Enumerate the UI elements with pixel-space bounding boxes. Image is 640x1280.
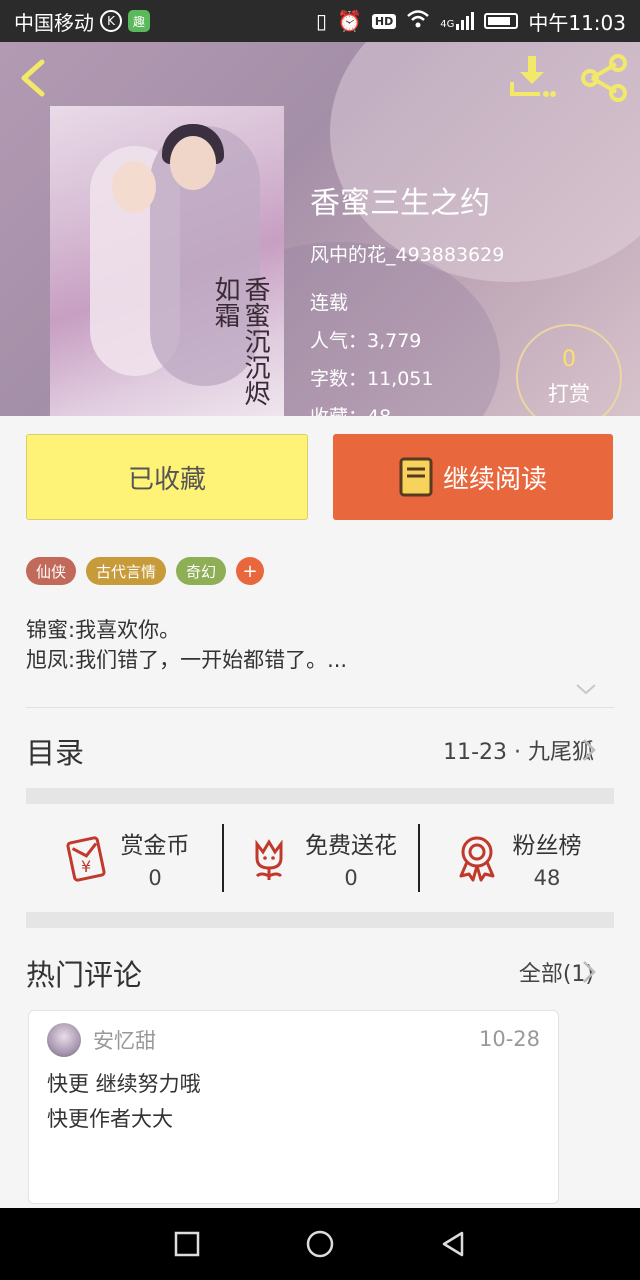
collected-button[interactable]: 已收藏 <box>26 434 308 520</box>
popularity-stat: 人气：3,779 <box>310 330 422 352</box>
flower-icon <box>255 839 283 880</box>
tip-count: 0 <box>562 346 576 372</box>
network-type: 4G <box>440 19 455 30</box>
latest-chapter: 11-23 · 九尾狐 <box>443 740 594 765</box>
catalog-title: 目录 <box>26 736 85 770</box>
comment-date: 10-28 <box>478 1027 540 1051</box>
signal-icon: 4G <box>440 12 475 30</box>
red-envelope-icon: ¥ <box>65 836 106 882</box>
comment-line: 快更 继续努力哦 <box>47 1072 201 1096</box>
comment-body: 快更 继续努力哦 快更作者大大 <box>47 1067 201 1137</box>
divider <box>26 707 614 708</box>
favorites-stat: 收藏：48 <box>310 402 391 416</box>
download-button[interactable] <box>506 54 558 102</box>
vibrate-icon: ▯ <box>315 9 327 33</box>
tip-label: 打赏 <box>548 381 590 406</box>
tag-ancient-romance[interactable]: 古代言情 <box>86 557 167 585</box>
flowers-value: 0 <box>344 866 358 890</box>
word-count-stat: 字数：11,051 <box>310 368 434 390</box>
download-icon <box>510 56 556 97</box>
hd-badge: HD <box>371 13 397 29</box>
tag-fantasy[interactable]: 奇幻 <box>176 557 227 585</box>
book-cover[interactable]: 香蜜沉沉烬如霜 <box>50 106 284 416</box>
tip-button[interactable]: 0 打赏 <box>516 324 622 416</box>
book-header: 香蜜沉沉烬如霜 香蜜三生之约 风中的花_493883629 连载 人气：3,77… <box>0 42 640 416</box>
share-icon <box>581 54 627 102</box>
app-notification-icon: 趣 <box>128 10 150 32</box>
book-title: 香蜜三生之约 <box>310 186 490 221</box>
comment-username[interactable]: 安忆甜 <box>93 1025 156 1055</box>
continue-reading-button[interactable]: 继续阅读 <box>333 434 613 520</box>
comment-line: 快更作者大大 <box>47 1107 173 1131</box>
share-button[interactable] <box>578 54 630 102</box>
section-separator <box>26 788 614 804</box>
battery-icon <box>484 13 519 29</box>
clock: 中午11:03 <box>528 10 626 35</box>
intro-line: 旭凤:我们错了，一开始都错了。... <box>26 648 348 672</box>
svg-text:¥: ¥ <box>81 857 91 876</box>
send-flowers[interactable]: 免费送花 0 <box>222 818 418 898</box>
back-triangle-icon[interactable] <box>438 1229 468 1259</box>
carrier-badge-icon: K <box>100 10 122 32</box>
book-icon <box>399 457 433 497</box>
coins-value: 0 <box>148 866 162 890</box>
book-intro[interactable]: 锦蜜:我喜欢你。 旭凤:我们错了，一开始都错了。... <box>26 615 616 675</box>
alarm-icon: ⏰ <box>336 9 362 33</box>
add-tag-button[interactable]: + <box>236 557 265 585</box>
continue-reading-label: 继续阅读 <box>442 464 547 495</box>
reward-stats: ¥ 赏金币 0 免费送花 0 粉丝榜 48 <box>26 818 614 898</box>
flowers-label: 免费送花 <box>305 833 397 859</box>
medal-icon <box>459 836 494 882</box>
avatar[interactable] <box>47 1023 81 1057</box>
book-author[interactable]: 风中的花_493883629 <box>310 240 504 267</box>
tag-xianxia[interactable]: 仙侠 <box>26 557 77 585</box>
back-button[interactable] <box>14 56 54 100</box>
book-status: 连载 <box>310 292 349 314</box>
coins-label: 赏金币 <box>120 833 190 859</box>
genre-tags: 仙侠 古代言情 奇幻 + <box>26 557 265 585</box>
reward-coins[interactable]: ¥ 赏金币 0 <box>26 818 222 898</box>
fans-label: 粉丝榜 <box>512 833 582 859</box>
chevron-left-icon <box>21 59 45 97</box>
fans-value: 48 <box>533 866 561 890</box>
wifi-icon <box>406 9 430 34</box>
section-separator <box>26 912 614 928</box>
intro-line: 锦蜜:我喜欢你。 <box>26 618 181 642</box>
system-nav-bar <box>0 1208 640 1280</box>
carrier-name: 中国移动 <box>14 10 94 35</box>
home-circle-icon[interactable] <box>305 1229 335 1259</box>
comment-card[interactable]: 安忆甜 10-28 快更 继续努力哦 快更作者大大 <box>28 1010 559 1204</box>
fans-ranking[interactable]: 粉丝榜 48 <box>418 818 614 898</box>
status-bar: 中国移动 K 趣 ▯ ⏰ HD 4G 中午11:03 <box>0 0 640 42</box>
recents-square-icon[interactable] <box>172 1229 202 1259</box>
hot-comments-title: 热门评论 <box>26 958 143 992</box>
cover-title-calligraphy: 香蜜沉沉烬如霜 <box>210 276 270 406</box>
chevron-down-icon[interactable] <box>574 680 598 698</box>
chevron-right-icon <box>583 961 596 983</box>
chevron-right-icon <box>583 739 596 761</box>
